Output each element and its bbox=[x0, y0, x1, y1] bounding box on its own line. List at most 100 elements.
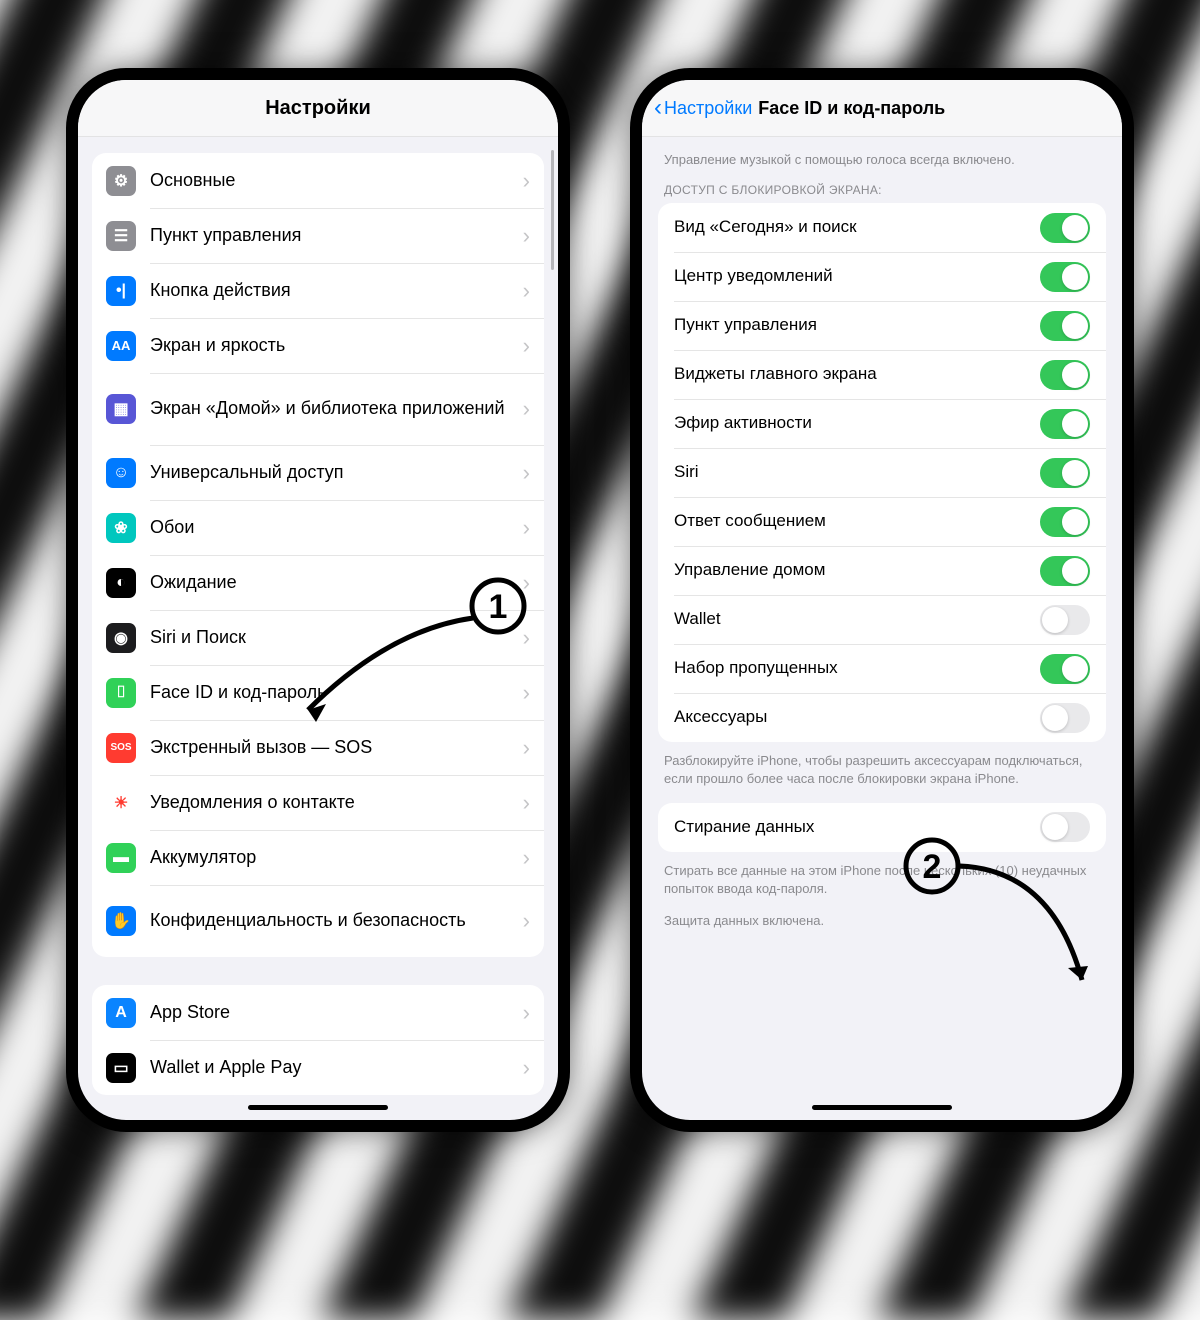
row-label: Аксессуары bbox=[674, 707, 767, 727]
chevron-right-icon: › bbox=[523, 625, 530, 651]
row-label: Ответ сообщением bbox=[674, 511, 826, 531]
toggle-row: Пункт управления bbox=[658, 301, 1106, 350]
settings-row[interactable]: AA Экран и яркость › bbox=[92, 318, 544, 373]
chevron-right-icon: › bbox=[523, 1055, 530, 1081]
toggle-switch[interactable] bbox=[1040, 262, 1090, 292]
toggle-switch[interactable] bbox=[1040, 507, 1090, 537]
toggle-switch[interactable] bbox=[1040, 605, 1090, 635]
settings-row[interactable]: ▬ Аккумулятор › bbox=[92, 830, 544, 885]
settings-row[interactable]: ▭ Wallet и Apple Pay › bbox=[92, 1040, 544, 1095]
settings-row[interactable]: ⌷ Face ID и код-пароль › bbox=[92, 665, 544, 720]
row-label: Центр уведомлений bbox=[674, 266, 833, 286]
row-label: Аккумулятор bbox=[150, 847, 256, 869]
chevron-right-icon: › bbox=[523, 1000, 530, 1026]
page-title: Настройки bbox=[265, 97, 371, 120]
row-label: Пункт управления bbox=[674, 315, 817, 335]
row-label: Стирание данных bbox=[674, 817, 814, 837]
row-icon: ▦ bbox=[106, 394, 136, 424]
row-icon: •| bbox=[106, 276, 136, 306]
row-icon: ▭ bbox=[106, 1053, 136, 1083]
nav-bar: Настройки bbox=[78, 80, 558, 137]
settings-row[interactable]: SOSЭкстренный вызов — SOS› bbox=[92, 720, 544, 775]
section-header: ДОСТУП С БЛОКИРОВКОЙ ЭКРАНА: bbox=[664, 183, 1100, 197]
toggle-switch[interactable] bbox=[1040, 213, 1090, 243]
row-label: Виджеты главного экрана bbox=[674, 364, 877, 384]
settings-row[interactable]: ☺ Универсальный доступ › bbox=[92, 445, 544, 500]
row-icon: ☺ bbox=[106, 458, 136, 488]
row-label: Wallet и Apple Pay bbox=[150, 1057, 301, 1079]
row-label: Face ID и код-пароль bbox=[150, 682, 327, 704]
row-icon: ❀ bbox=[106, 513, 136, 543]
scrollbar[interactable] bbox=[551, 150, 554, 270]
toggle-row: Ответ сообщением bbox=[658, 497, 1106, 546]
home-indicator bbox=[812, 1105, 952, 1110]
row-icon: ◐ bbox=[106, 568, 136, 598]
settings-row[interactable]: AApp Store› bbox=[92, 985, 544, 1040]
chevron-right-icon: › bbox=[523, 908, 530, 934]
toggle-switch[interactable] bbox=[1040, 703, 1090, 733]
toggle-row: Эфир активности bbox=[658, 399, 1106, 448]
row-label: Обои bbox=[150, 517, 194, 539]
row-label: Конфиденциальность и безопасность bbox=[150, 910, 466, 932]
row-icon: ▬ bbox=[106, 843, 136, 873]
settings-row[interactable]: ◉Siri и Поиск› bbox=[92, 610, 544, 665]
toggle-switch[interactable] bbox=[1040, 311, 1090, 341]
row-icon: ⚙ bbox=[106, 166, 136, 196]
toggle-row: Вид «Сегодня» и поиск bbox=[658, 203, 1106, 252]
row-icon: ◉ bbox=[106, 623, 136, 653]
toggle-row: Стирание данных bbox=[658, 803, 1106, 852]
row-label: Универсальный доступ bbox=[150, 462, 344, 484]
chevron-right-icon: › bbox=[523, 790, 530, 816]
toggle-row: Управление домом bbox=[658, 546, 1106, 595]
row-label: Основные bbox=[150, 170, 235, 192]
nav-bar: ‹ Настройки Face ID и код-пароль bbox=[642, 80, 1122, 137]
settings-row[interactable]: ☰ Пункт управления › bbox=[92, 208, 544, 263]
row-label: Эфир активности bbox=[674, 413, 812, 433]
phone-right: ‹ Настройки Face ID и код-пароль Управле… bbox=[630, 68, 1134, 1132]
intro-text: Управление музыкой с помощью голоса всег… bbox=[664, 151, 1100, 169]
toggle-switch[interactable] bbox=[1040, 458, 1090, 488]
chevron-right-icon: › bbox=[523, 845, 530, 871]
toggle-row: Виджеты главного экрана bbox=[658, 350, 1106, 399]
toggle-switch[interactable] bbox=[1040, 654, 1090, 684]
chevron-right-icon: › bbox=[523, 333, 530, 359]
row-icon: A bbox=[106, 998, 136, 1028]
row-icon: ⌷ bbox=[106, 678, 136, 708]
back-label: Настройки bbox=[664, 98, 752, 119]
chevron-right-icon: › bbox=[523, 396, 530, 422]
row-label: Wallet bbox=[674, 609, 721, 629]
row-icon: ☰ bbox=[106, 221, 136, 251]
row-icon: AA bbox=[106, 331, 136, 361]
chevron-right-icon: › bbox=[523, 223, 530, 249]
page-title: Face ID и код-пароль bbox=[758, 98, 945, 119]
phone-left: Настройки ⚙Основные›☰Пункт управления›•|… bbox=[66, 68, 570, 1132]
chevron-right-icon: › bbox=[523, 278, 530, 304]
row-icon: SOS bbox=[106, 733, 136, 763]
row-label: Пункт управления bbox=[150, 225, 301, 247]
chevron-left-icon: ‹ bbox=[654, 94, 662, 122]
toggle-row: Центр уведомлений bbox=[658, 252, 1106, 301]
row-label: Siri bbox=[674, 462, 699, 482]
row-label: Экран «Домой» и библиотека приложений bbox=[150, 398, 505, 420]
settings-row[interactable]: •|Кнопка действия› bbox=[92, 263, 544, 318]
settings-row[interactable]: ▦ Экран «Домой» и библиотека приложений › bbox=[92, 373, 544, 445]
settings-row[interactable]: ❀Обои› bbox=[92, 500, 544, 555]
toggle-switch[interactable] bbox=[1040, 556, 1090, 586]
chevron-right-icon: › bbox=[523, 680, 530, 706]
row-label: Вид «Сегодня» и поиск bbox=[674, 217, 857, 237]
settings-row[interactable]: ☀Уведомления о контакте› bbox=[92, 775, 544, 830]
settings-row[interactable]: ✋ Конфиденциальность и безопасность › bbox=[92, 885, 544, 957]
toggle-row: Набор пропущенных bbox=[658, 644, 1106, 693]
settings-row[interactable]: ⚙Основные› bbox=[92, 153, 544, 208]
chevron-right-icon: › bbox=[523, 460, 530, 486]
settings-row[interactable]: ◐Ожидание› bbox=[92, 555, 544, 610]
row-icon: ✋ bbox=[106, 906, 136, 936]
protection-note: Защита данных включена. bbox=[664, 912, 1100, 930]
row-label: Управление домом bbox=[674, 560, 825, 580]
back-button[interactable]: ‹ Настройки bbox=[654, 94, 752, 122]
toggle-switch[interactable] bbox=[1040, 812, 1090, 842]
toggle-switch[interactable] bbox=[1040, 360, 1090, 390]
row-label: Экран и яркость bbox=[150, 335, 285, 357]
toggle-row: Wallet bbox=[658, 595, 1106, 644]
toggle-switch[interactable] bbox=[1040, 409, 1090, 439]
